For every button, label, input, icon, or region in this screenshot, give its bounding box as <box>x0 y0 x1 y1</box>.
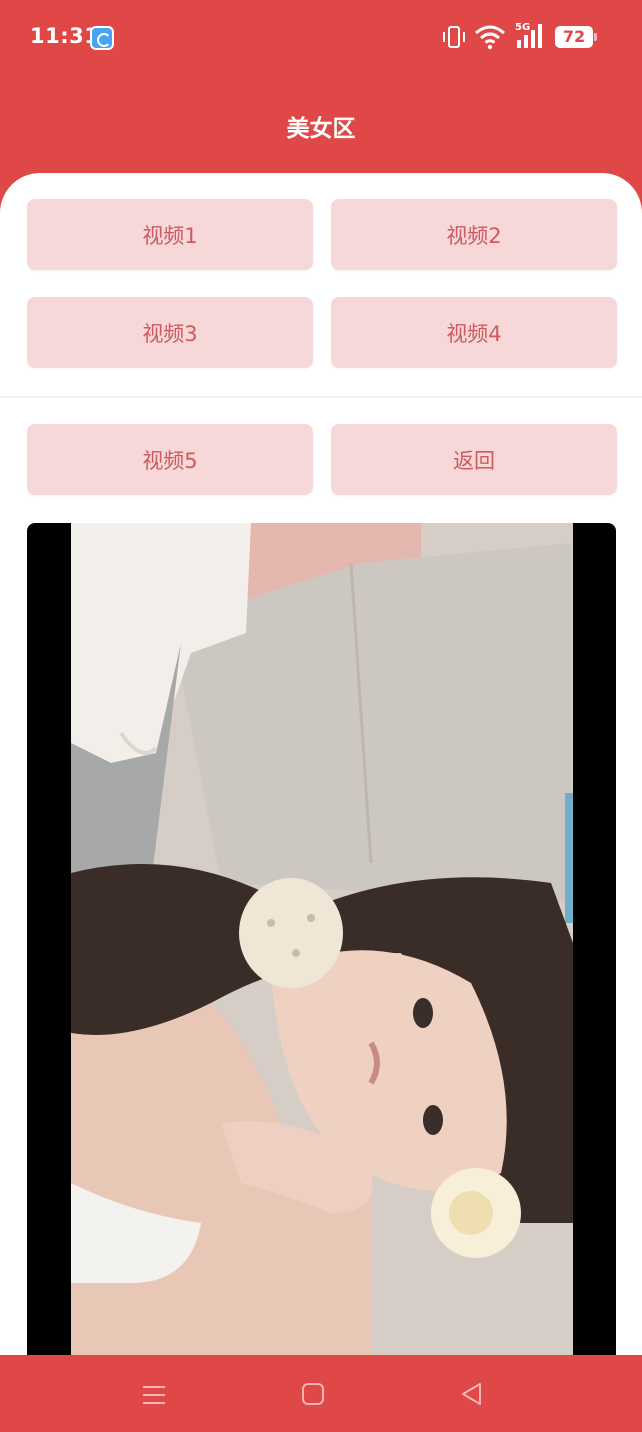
home-icon[interactable] <box>299 1380 327 1408</box>
page-title: 美女区 <box>286 116 356 142</box>
status-bar: 11:31 5G 72 <box>0 0 642 74</box>
app-notification-icon <box>90 26 114 50</box>
menu-icon[interactable] <box>140 1381 168 1409</box>
5g-signal-icon: 5G <box>515 22 542 48</box>
system-nav-bar <box>0 1355 642 1432</box>
video-2-button[interactable]: 视频2 <box>331 199 617 270</box>
title-bar: 美女区 <box>0 74 642 174</box>
battery-icon: 72 <box>555 26 597 48</box>
video-4-button[interactable]: 视频4 <box>331 297 617 368</box>
vibrate-icon <box>443 26 465 48</box>
video-3-button[interactable]: 视频3 <box>27 297 313 368</box>
back-button[interactable]: 返回 <box>331 424 617 495</box>
video-frame <box>71 523 573 1355</box>
network-type-label: 5G <box>515 22 530 33</box>
divider <box>0 396 642 398</box>
wifi-icon <box>475 25 505 50</box>
video-5-button[interactable]: 视频5 <box>27 424 313 495</box>
video-still-image <box>71 523 573 1355</box>
back-icon[interactable] <box>458 1380 486 1408</box>
status-time: 11:31 <box>30 24 100 48</box>
video-1-button[interactable]: 视频1 <box>27 199 313 270</box>
video-player[interactable] <box>27 523 616 1355</box>
content-panel: 视频1 视频2 视频3 视频4 视频5 返回 <box>0 173 642 1355</box>
